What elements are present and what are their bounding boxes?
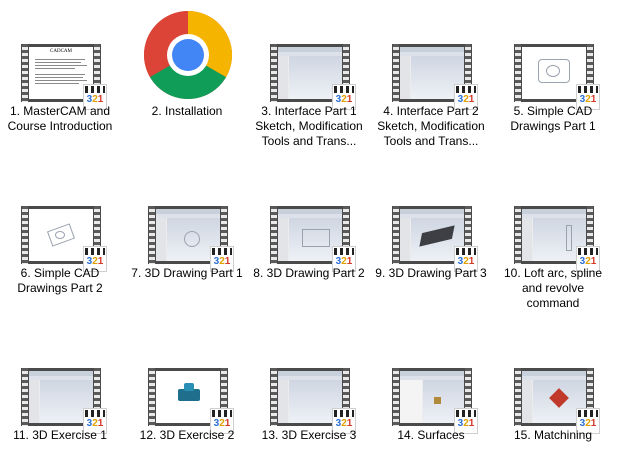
- file-name: 8. 3D Drawing Part 2: [253, 266, 365, 280]
- video-thumbnail: 321: [270, 368, 356, 434]
- file-name: 14. Surfaces: [397, 428, 465, 442]
- file-name: 1. MasterCAM and Course Introduction: [7, 104, 113, 133]
- file-name: 11. 3D Exercise 1: [13, 428, 107, 442]
- video-thumbnail: 321: [514, 44, 600, 110]
- video-thumbnail: 321: [392, 206, 478, 272]
- file-name: 7. 3D Drawing Part 1: [131, 266, 243, 280]
- file-item-5[interactable]: 321 5. Simple CAD Drawings Part 1: [497, 0, 609, 150]
- file-item-10[interactable]: 321 10. Loft arc, spline and revolve com…: [497, 162, 609, 312]
- video-thumbnail: 321: [392, 368, 478, 434]
- file-name: 9. 3D Drawing Part 3: [375, 266, 487, 280]
- file-name: 3. Interface Part 1 Sketch, Modification…: [255, 104, 363, 148]
- video-thumbnail: 321: [21, 368, 107, 434]
- video-thumbnail: 321: [148, 368, 234, 434]
- video-thumbnail: CADCAM 321: [21, 44, 107, 110]
- file-item-13[interactable]: 321 13. 3D Exercise 3: [253, 324, 365, 474]
- thumbnail-title: CADCAM: [50, 49, 72, 54]
- file-item-7[interactable]: 321 7. 3D Drawing Part 1: [131, 162, 243, 312]
- file-name: 6. Simple CAD Drawings Part 2: [17, 266, 103, 295]
- file-name: 2. Installation: [151, 104, 223, 118]
- video-thumbnail: 321: [270, 206, 356, 272]
- file-item-2[interactable]: 2. Installation: [131, 0, 243, 150]
- video-thumbnail: 321: [514, 206, 600, 272]
- file-name: 12. 3D Exercise 2: [139, 428, 235, 442]
- file-item-1[interactable]: CADCAM 321 1. MasterCAM and Course Intro…: [4, 0, 116, 150]
- chrome-icon: [143, 10, 233, 100]
- file-item-8[interactable]: 321 8. 3D Drawing Part 2: [253, 162, 365, 312]
- video-thumbnail: 321: [270, 44, 356, 110]
- file-item-3[interactable]: 321 3. Interface Part 1 Sketch, Modifica…: [253, 0, 365, 150]
- file-grid: CADCAM 321 1. MasterCAM and Course Intro…: [0, 0, 628, 474]
- video-thumbnail: 321: [148, 206, 234, 272]
- video-thumbnail: 321: [21, 206, 107, 272]
- file-name: 4. Interface Part 2 Sketch, Modification…: [377, 104, 485, 148]
- file-item-9[interactable]: 321 9. 3D Drawing Part 3: [375, 162, 487, 312]
- file-item-15[interactable]: 321 15. Matchining: [497, 324, 609, 474]
- video-thumbnail: 321: [514, 368, 600, 434]
- file-name: 13. 3D Exercise 3: [261, 428, 357, 442]
- file-name: 10. Loft arc, spline and revolve command: [503, 266, 603, 310]
- file-item-4[interactable]: 321 4. Interface Part 2 Sketch, Modifica…: [375, 0, 487, 150]
- file-item-12[interactable]: 321 12. 3D Exercise 2: [131, 324, 243, 474]
- video-thumbnail: 321: [392, 44, 478, 110]
- file-name: 15. Matchining: [513, 428, 593, 442]
- file-item-14[interactable]: 321 14. Surfaces: [375, 324, 487, 474]
- file-name: 5. Simple CAD Drawings Part 1: [510, 104, 596, 133]
- file-item-11[interactable]: 321 11. 3D Exercise 1: [4, 324, 116, 474]
- file-item-6[interactable]: 321 6. Simple CAD Drawings Part 2: [4, 162, 116, 312]
